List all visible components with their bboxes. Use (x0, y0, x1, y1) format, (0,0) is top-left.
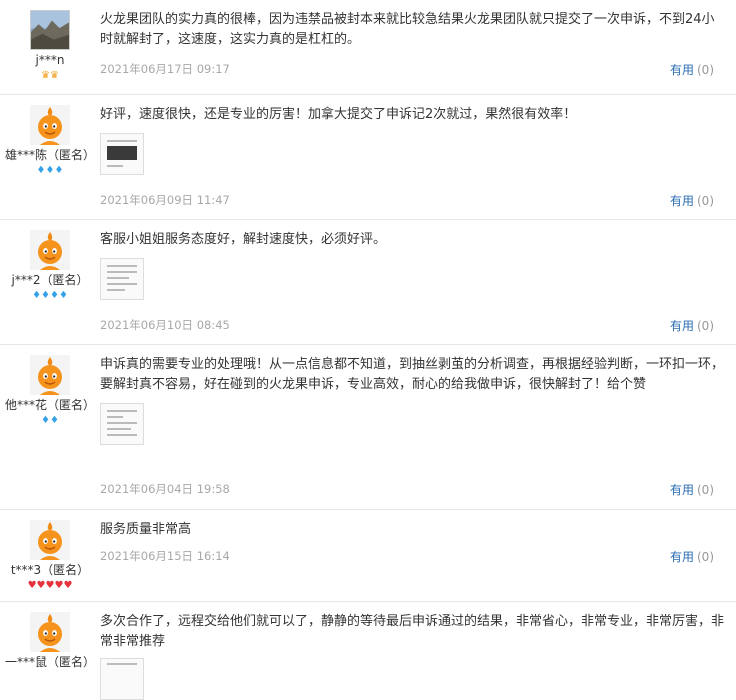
useful-count: (0) (697, 550, 714, 564)
avatar[interactable] (30, 520, 70, 560)
review-item: 雄***陈（匿名） ♦♦♦ 好评，速度很快，还是专业的厉害！加拿大提交了申诉记2… (0, 95, 736, 220)
username: 一***鼠（匿名） (4, 655, 95, 669)
review-image-thumbnail[interactable] (100, 258, 144, 300)
useful-label[interactable]: 有用 (670, 550, 694, 564)
review-body: 客服小姐姐服务态度好，解封速度快，必须好评。 (100, 230, 725, 300)
useful-count: (0) (697, 194, 714, 208)
review-date: 2021年06月04日 19:58 (100, 482, 230, 496)
username: j***2（匿名） (11, 273, 89, 287)
review-item: j***n ♛♛ 火龙果团队的实力真的很棒，因为违禁品被封本来就比较急结果火龙果… (0, 0, 736, 95)
review-date: 2021年06月15日 16:14 (100, 549, 230, 563)
review-image-thumbnail[interactable] (100, 133, 144, 175)
useful-label[interactable]: 有用 (670, 483, 694, 497)
useful-button[interactable]: 有用 (0) (670, 61, 714, 78)
review-date: 2021年06月17日 09:17 (100, 62, 230, 76)
useful-count: (0) (697, 63, 714, 77)
review-body: 申诉真的需要专业的处理哦！从一点信息都不知道，到抽丝剥茧的分析调查，再根据经验判… (100, 355, 725, 445)
review-text: 火龙果团队的实力真的很棒，因为违禁品被封本来就比较急结果火龙果团队就只提交了一次… (100, 12, 715, 47)
useful-button[interactable]: 有用 (0) (670, 192, 714, 209)
review-text: 客服小姐姐服务态度好，解封速度快，必须好评。 (100, 232, 387, 247)
review-body: 好评，速度很快，还是专业的厉害！加拿大提交了申诉记2次就过，果然很有效率！ (100, 105, 725, 175)
useful-button[interactable]: 有用 (0) (670, 481, 714, 498)
review-date: 2021年06月10日 08:45 (100, 318, 230, 332)
review-image-thumbnail[interactable] (100, 403, 144, 445)
avatar[interactable] (30, 230, 70, 270)
review-item: j***2（匿名） ♦♦♦♦ 客服小姐姐服务态度好，解封速度快，必须好评。 20… (0, 220, 736, 345)
crown-badge-icon: ♛♛ (41, 70, 59, 81)
username: j***n (35, 53, 65, 67)
review-list: j***n ♛♛ 火龙果团队的实力真的很棒，因为违禁品被封本来就比较急结果火龙果… (0, 0, 736, 700)
review-body: 多次合作了，远程交给他们就可以了，静静的等待最后申诉通过的结果，非常省心，非常专… (100, 612, 725, 700)
review-item: 一***鼠（匿名） 多次合作了，远程交给他们就可以了，静静的等待最后申诉通过的结… (0, 602, 736, 700)
reviewer: 一***鼠（匿名） (0, 612, 100, 670)
heart-badge-icon: ♥♥♥♥♥ (27, 580, 73, 591)
useful-count: (0) (697, 483, 714, 497)
review-image-thumbnail[interactable] (100, 658, 144, 700)
avatar[interactable] (30, 10, 70, 50)
reviewer: 雄***陈（匿名） ♦♦♦ (0, 105, 100, 177)
useful-button[interactable]: 有用 (0) (670, 317, 714, 334)
useful-button[interactable]: 有用 (0) (670, 548, 714, 565)
reviewer: t***3（匿名） ♥♥♥♥♥ (0, 520, 100, 592)
username: 雄***陈（匿名） (4, 148, 95, 162)
review-text: 好评，速度很快，还是专业的厉害！加拿大提交了申诉记2次就过，果然很有效率！ (100, 107, 577, 122)
useful-label[interactable]: 有用 (670, 319, 694, 333)
useful-label[interactable]: 有用 (670, 194, 694, 208)
reviewer: j***n ♛♛ (0, 10, 100, 82)
review-text: 多次合作了，远程交给他们就可以了，静静的等待最后申诉通过的结果，非常省心，非常专… (100, 614, 725, 649)
review-date: 2021年06月09日 11:47 (100, 193, 230, 207)
review-text: 服务质量非常高 (100, 522, 192, 537)
username: t***3（匿名） (10, 563, 90, 577)
useful-count: (0) (697, 319, 714, 333)
diamond-badge-icon: ♦♦♦ (36, 165, 64, 176)
avatar[interactable] (30, 612, 70, 652)
reviewer: 他***花（匿名） ♦♦ (0, 355, 100, 427)
avatar[interactable] (30, 105, 70, 145)
useful-label[interactable]: 有用 (670, 63, 694, 77)
diamond-badge-icon: ♦♦♦♦ (32, 290, 68, 301)
review-item: 他***花（匿名） ♦♦ 申诉真的需要专业的处理哦！从一点信息都不知道，到抽丝剥… (0, 345, 736, 510)
reviewer: j***2（匿名） ♦♦♦♦ (0, 230, 100, 302)
avatar[interactable] (30, 355, 70, 395)
review-item: t***3（匿名） ♥♥♥♥♥ 服务质量非常高 2021年06月15日 16:1… (0, 510, 736, 602)
diamond-badge-icon: ♦♦ (41, 415, 59, 426)
username: 他***花（匿名） (4, 398, 95, 412)
review-text: 申诉真的需要专业的处理哦！从一点信息都不知道，到抽丝剥茧的分析调查，再根据经验判… (100, 357, 725, 392)
